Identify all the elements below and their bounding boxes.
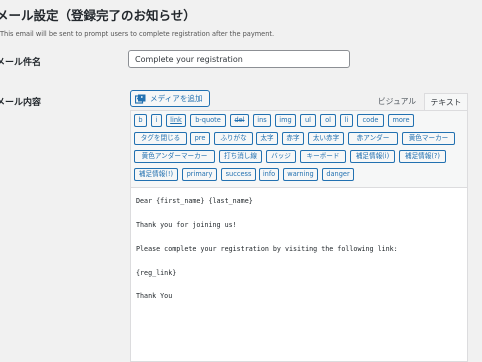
qt-danger-button[interactable]: danger (322, 168, 354, 181)
body-line-thanks: Thank you for joining us! (136, 221, 237, 229)
qt-ol-button[interactable]: ol (320, 114, 336, 127)
qt-close-tags-button[interactable]: タグを閉じる (134, 132, 187, 145)
qt-bold-button[interactable]: b (134, 114, 147, 127)
qt-bquote-button[interactable]: b-quote (190, 114, 226, 127)
qt-info-excl-button[interactable]: 補足情報(!) (134, 168, 178, 181)
qt-yellow-marker-button[interactable]: 黄色マーカー (402, 132, 455, 145)
quicktags-toolbar: b i link b-quote del ins img ul ol li co… (130, 110, 468, 187)
subject-input[interactable] (128, 50, 350, 68)
body-line-signoff: Thank You (136, 292, 173, 300)
body-line-instruction: Please complete your registration by vis… (136, 245, 398, 253)
add-media-icon (135, 94, 146, 104)
qt-del-button[interactable]: del (230, 114, 249, 127)
section-title: メール設定（登録完了のお知らせ） (0, 8, 196, 23)
tab-visual[interactable]: ビジュアル (370, 93, 424, 110)
qt-li-button[interactable]: li (340, 114, 353, 127)
subject-label: メール件名 (0, 58, 42, 68)
tab-text[interactable]: テキスト (424, 93, 468, 110)
qt-code-button[interactable]: code (357, 114, 384, 127)
qt-warning-button[interactable]: warning (283, 168, 318, 181)
qt-badge-button[interactable]: バッジ (266, 150, 296, 163)
qt-more-button[interactable]: more (388, 114, 414, 127)
add-media-label: メディアを追加 (150, 94, 203, 103)
qt-ul-button[interactable]: ul (300, 114, 316, 127)
qt-italic-button[interactable]: i (151, 114, 162, 127)
qt-bold-jp-button[interactable]: 太字 (256, 132, 278, 145)
qt-info-i-button[interactable]: 補足情報(i) (350, 150, 395, 163)
qt-info-button[interactable]: info (259, 168, 279, 181)
qt-ins-button[interactable]: ins (253, 114, 271, 127)
qt-pre-button[interactable]: pre (190, 132, 210, 145)
qt-link-button[interactable]: link (166, 114, 186, 127)
qt-furigana-button[interactable]: ふりがな (214, 132, 253, 145)
qt-success-button[interactable]: success (221, 168, 256, 181)
body-label: メール内容 (0, 98, 42, 108)
qt-red-button[interactable]: 赤字 (282, 132, 304, 145)
body-line-link: {reg_link} (136, 269, 177, 277)
add-media-button[interactable]: メディアを追加 (130, 90, 210, 107)
qt-img-button[interactable]: img (275, 114, 296, 127)
email-body-textarea[interactable]: Dear {first_name} {last_name} Thank you … (130, 187, 468, 362)
qt-primary-button[interactable]: primary (182, 168, 217, 181)
section-description: This email will be sent to prompt users … (0, 30, 275, 38)
qt-yellow-under-marker-button[interactable]: 黄色アンダーマーカー (134, 150, 215, 163)
body-line-greeting: Dear {first_name} {last_name} (136, 197, 253, 205)
qt-red-underline-button[interactable]: 赤アンダー (348, 132, 398, 145)
qt-bold-red-button[interactable]: 太い赤字 (308, 132, 344, 145)
qt-keyboard-button[interactable]: キーボード (300, 150, 346, 163)
qt-info-q-button[interactable]: 補足情報(?) (399, 150, 446, 163)
qt-strike-button[interactable]: 打ち消し線 (219, 150, 262, 163)
